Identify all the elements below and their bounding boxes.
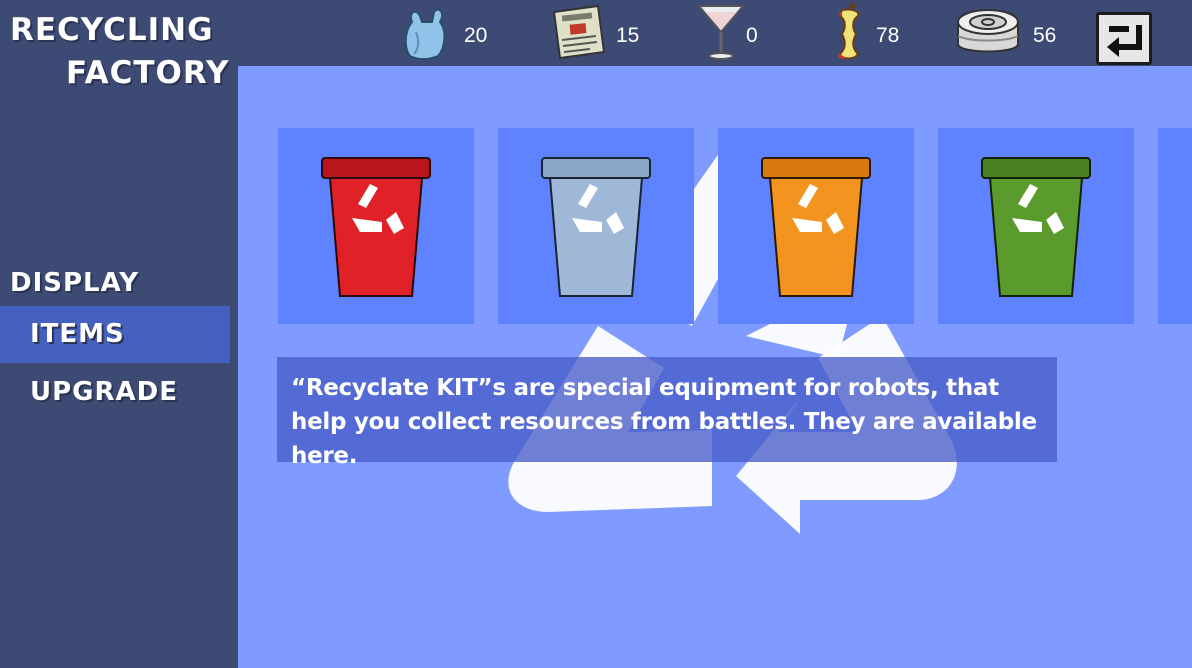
blue-bin-icon	[541, 157, 651, 297]
red-bin-icon	[321, 157, 431, 297]
bin-tile-green[interactable]	[938, 128, 1134, 324]
resource-bar: 20 15 0 78 56	[238, 0, 1192, 66]
sidebar-item-label: ITEMS	[30, 319, 125, 349]
glass-icon	[696, 5, 746, 60]
bin-tile-red[interactable]	[278, 128, 474, 324]
resource-organic-value: 78	[876, 24, 900, 47]
sidebar-item-items[interactable]: ITEMS	[0, 306, 230, 363]
newspaper-icon	[552, 4, 606, 60]
resource-paper-value: 15	[616, 24, 640, 47]
apple-core-icon	[838, 2, 860, 60]
sidebar-item-upgrade[interactable]: UPGRADE	[0, 364, 230, 421]
game-title-line2: FACTORY	[66, 55, 230, 91]
green-bin-icon	[981, 157, 1091, 297]
sidebar-heading: DISPLAY	[10, 268, 140, 298]
plastic-bag-icon	[404, 8, 446, 60]
resource-glass-value: 0	[746, 24, 758, 47]
tin-can-icon	[957, 9, 1019, 53]
back-arrow-icon	[1107, 25, 1142, 57]
bin-tile-partial[interactable]	[1158, 128, 1192, 324]
bin-tile-orange[interactable]	[718, 128, 914, 324]
orange-bin-icon	[761, 157, 871, 297]
resource-plastic-value: 20	[464, 24, 488, 47]
resource-metal-value: 56	[1033, 24, 1057, 47]
back-button[interactable]	[1096, 12, 1152, 65]
sidebar-item-label: UPGRADE	[30, 377, 178, 407]
info-text: “Recyclate KIT”s are special equipment f…	[291, 375, 1037, 469]
main-panel: “Recyclate KIT”s are special equipment f…	[238, 66, 1192, 668]
info-box: “Recyclate KIT”s are special equipment f…	[277, 357, 1057, 469]
bin-tile-blue[interactable]	[498, 128, 694, 324]
